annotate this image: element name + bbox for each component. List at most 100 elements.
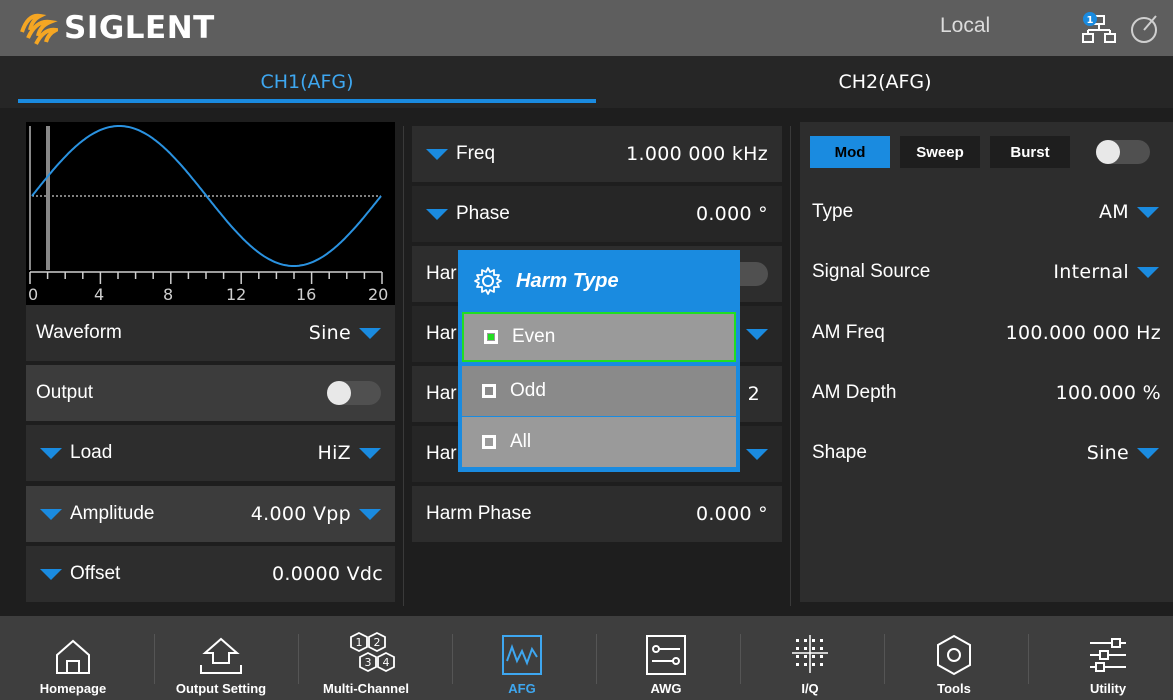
option-all[interactable]: All: [462, 417, 736, 467]
harm-order-value: 2: [747, 383, 760, 405]
output-row[interactable]: Output: [26, 365, 395, 421]
amplitude-label: Amplitude: [70, 503, 155, 524]
nav-afg[interactable]: AFG: [472, 616, 572, 700]
utility-icon: [1090, 638, 1126, 672]
nav-separator: [1028, 634, 1029, 684]
iq-icon: [792, 635, 828, 673]
panel-divider: [403, 126, 404, 606]
amplitude-row[interactable]: Amplitude 4.000 Vpp: [26, 486, 395, 542]
am-depth-row[interactable]: AM Depth 100.000 %: [800, 365, 1173, 421]
expand-arrow-icon: [40, 508, 62, 520]
phase-row[interactable]: Phase 0.000 °: [412, 186, 782, 242]
nav-separator: [740, 634, 741, 684]
top-bar: SIGLENT Local 1: [0, 0, 1173, 56]
type-value: AM: [1099, 201, 1129, 223]
freq-row[interactable]: Freq 1.000 000 kHz: [412, 126, 782, 182]
iq-grid-dot: [796, 639, 799, 642]
x-tick-label: 4: [94, 285, 104, 304]
dropdown-arrow-icon: [1137, 447, 1159, 459]
option-label: Odd: [510, 380, 546, 401]
am-freq-row[interactable]: AM Freq 100.000 000 Hz: [800, 305, 1173, 361]
toggle-knob: [1096, 140, 1120, 164]
option-label: All: [510, 431, 532, 452]
nav-separator: [596, 634, 597, 684]
tab-ch2[interactable]: CH2(AFG): [596, 56, 1173, 108]
option-even[interactable]: Even: [462, 312, 736, 362]
afg-icon: [502, 635, 542, 675]
offset-label: Offset: [70, 563, 121, 584]
nav-label: I/Q: [801, 681, 819, 696]
amplitude-value: 4.000 Vpp: [250, 503, 351, 525]
am-freq-value: 100.000 000 Hz: [1005, 322, 1161, 344]
iq-grid-dot: [796, 663, 799, 666]
nav-label: AFG: [508, 681, 536, 696]
harm-phase-label: Harm Phase: [426, 503, 532, 524]
nav-utility[interactable]: Utility: [1058, 616, 1158, 700]
nav-homepage[interactable]: Homepage: [20, 616, 126, 700]
nav-awg[interactable]: AWG: [616, 616, 716, 700]
am-depth-label: AM Depth: [812, 382, 897, 403]
type-row[interactable]: Type AM: [800, 184, 1173, 240]
harm-phase-row[interactable]: Harm Phase 0.000 °: [412, 486, 782, 542]
remote-status: Local: [940, 14, 991, 37]
x-tick-label: 20: [368, 285, 388, 304]
nav-multi-channel[interactable]: 1 2 3 4 Multi-Channel: [306, 616, 426, 700]
shape-label: Shape: [812, 442, 867, 463]
signal-source-label: Signal Source: [812, 261, 931, 282]
output-label: Output: [36, 382, 94, 403]
network-badge: 1: [1087, 15, 1094, 26]
output-toggle[interactable]: [327, 381, 381, 405]
offset-row[interactable]: Offset 0.0000 Vdc: [26, 546, 395, 602]
nav-output-setting[interactable]: Output Setting: [166, 616, 276, 700]
tools-icon: [937, 634, 971, 676]
nav-label: Homepage: [39, 681, 107, 696]
nav-separator: [154, 634, 155, 684]
sweep-button[interactable]: Sweep: [900, 136, 980, 168]
checkbox-icon: [484, 330, 498, 344]
load-row[interactable]: Load HiZ: [26, 425, 395, 481]
shape-row[interactable]: Shape Sine: [800, 425, 1173, 481]
dropdown-arrow-icon: [359, 447, 381, 459]
iq-grid-dot: [820, 647, 823, 650]
awg-icon: [646, 635, 686, 675]
nav-separator: [452, 634, 453, 684]
dropdown-arrow-icon: [1137, 266, 1159, 278]
freq-label: Freq: [456, 143, 496, 164]
nav-separator: [884, 634, 885, 684]
nav-label: Output Setting: [175, 681, 267, 696]
checkbox-icon: [482, 435, 496, 449]
cursor-line-b: [46, 126, 50, 270]
nav-tools[interactable]: Tools: [904, 616, 1004, 700]
dropdown-arrow-icon: [746, 328, 768, 340]
brand-name: SIGLENT: [64, 10, 215, 46]
option-odd[interactable]: Odd: [462, 366, 736, 416]
waveform-preview: 0 4 8 12 16 20: [26, 122, 395, 305]
am-freq-label: AM Freq: [812, 322, 885, 343]
dropdown-arrow-icon: [359, 508, 381, 520]
svg-text:4: 4: [383, 656, 390, 669]
nav-iq[interactable]: I/Q: [760, 616, 860, 700]
offset-value: 0.0000 Vdc: [271, 563, 383, 585]
iq-grid-dot: [804, 663, 807, 666]
shape-value: Sine: [1086, 442, 1129, 464]
burst-button[interactable]: Burst: [990, 136, 1070, 168]
signal-source-row[interactable]: Signal Source Internal: [800, 244, 1173, 300]
svg-text:2: 2: [374, 636, 381, 649]
harm-ampl-label: Har: [426, 443, 457, 464]
iq-grid-dot: [812, 639, 815, 642]
mod-toggle[interactable]: [1096, 140, 1150, 164]
waveform-row[interactable]: Waveform Sine: [26, 305, 395, 361]
network-icon[interactable]: 1: [1082, 12, 1116, 49]
am-depth-value: 100.000 %: [1055, 382, 1161, 404]
iq-grid-dot: [804, 639, 807, 642]
expand-arrow-icon: [426, 208, 448, 220]
harm-phase-value: 0.000 °: [695, 503, 768, 525]
mod-button[interactable]: Mod: [810, 136, 890, 168]
iq-grid-dot: [796, 655, 799, 658]
output-icon: [200, 637, 242, 674]
clock-icon[interactable]: [1128, 12, 1162, 49]
harm-type-dialog: Harm Type Even Odd All: [458, 250, 740, 472]
freq-value: 1.000 000 kHz: [626, 143, 768, 165]
active-tab-indicator: [18, 99, 596, 103]
x-tick-label: 8: [163, 285, 173, 304]
